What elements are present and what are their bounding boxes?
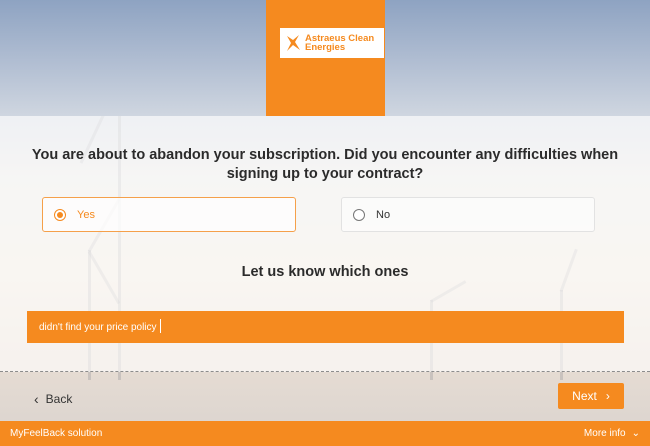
survey-question: You are about to abandon your subscripti… (31, 147, 619, 182)
option-label: No (376, 208, 391, 221)
radio-selected-icon (54, 208, 66, 221)
footer-credit[interactable]: MyFeelBack solution (10, 428, 102, 439)
text-caret (160, 319, 161, 333)
more-info-toggle[interactable]: More info ⌄ (584, 428, 640, 439)
chevron-right-icon: › (605, 389, 610, 403)
option-no[interactable]: No (341, 197, 595, 232)
back-button[interactable]: ‹ Back (34, 389, 72, 409)
lightning-star-icon (287, 35, 300, 51)
radio-empty-icon (353, 208, 365, 221)
chevron-left-icon: ‹ (34, 391, 39, 407)
chevron-down-icon: ⌄ (631, 428, 640, 439)
next-label: Next (572, 389, 597, 403)
answer-input[interactable] (27, 311, 624, 343)
option-label: Yes (77, 208, 95, 221)
brand-name: Astraeus Clean Energies (305, 33, 375, 53)
option-yes[interactable]: Yes (42, 197, 296, 232)
divider (0, 371, 650, 372)
more-info-label: More info (583, 428, 626, 439)
follow-up-heading: Let us know which ones (241, 264, 409, 280)
logo-block (266, 0, 385, 116)
next-button[interactable]: Next › (558, 383, 624, 409)
footer-bar: MyFeelBack solution More info ⌄ (0, 421, 650, 446)
brand-logo: Astraeus Clean Energies (280, 28, 384, 58)
back-label: Back (45, 392, 73, 406)
